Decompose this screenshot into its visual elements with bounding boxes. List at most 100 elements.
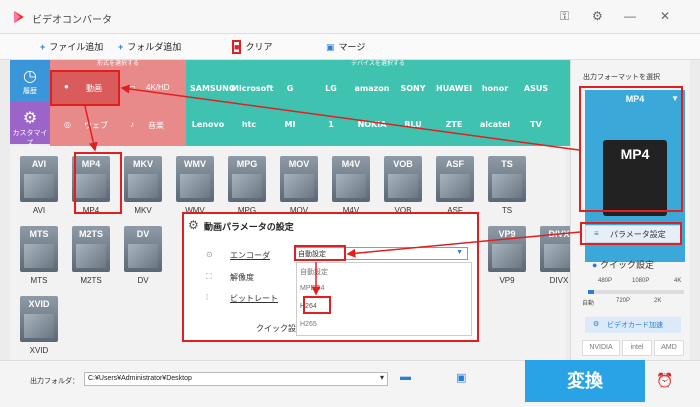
convert-button[interactable]: 変換 [525,360,645,402]
window-title: ビデオコンバータ [32,15,112,26]
format-dv[interactable]: DV DV [120,222,166,288]
format-icon: M2TS [72,226,110,272]
settings-icon[interactable]: ⚙ [592,9,603,23]
format-icon: MTS [20,226,58,272]
format-avi[interactable]: AVI AVI [16,152,62,218]
brand-14[interactable]: BLU [395,120,431,129]
intel-badge: intel [622,340,652,356]
plus-icon: + [40,42,46,52]
format-name: MKV [134,206,152,215]
format-icon: TS [488,156,526,202]
toolbar: + ファイル追加 + フォルダ追加 ■ クリア ▣ マージ [0,34,700,60]
device-panel [186,60,570,146]
alarm-clock-icon[interactable]: ⏰ [656,372,673,389]
brand-4[interactable]: amazon [354,84,390,93]
folder-icon[interactable]: ▬ [400,371,411,383]
settings-icon: ⚙ [188,218,199,232]
brand-6[interactable]: HUAWEI [436,84,472,93]
nav-customize[interactable]: ⚙ カスタマイズ [10,102,50,147]
encoder-label: エンコーダ [230,251,270,260]
format-wmv[interactable]: WMV WMV [172,152,218,218]
quality-1080p: 1080P [632,278,650,284]
highlight-param-button [580,222,682,245]
close-button[interactable]: ✕ [660,9,670,23]
add-folder-button[interactable]: + フォルダ追加 [118,40,181,53]
quality-slider[interactable] [588,290,684,294]
brand-0[interactable]: SAMSUNG [190,84,235,93]
intel-label: intel [630,344,644,351]
brand-16[interactable]: alcatel [477,120,513,129]
by-format-label: 形式を選択する [96,61,139,67]
gpu-accel-label: ビデオカード加速 [607,322,663,329]
encoder-icon: ⊙ [206,250,213,259]
highlight-select [294,245,346,261]
brand-8[interactable]: ASUS [518,84,554,93]
brand-7[interactable]: honor [477,84,513,93]
brand-11[interactable]: MI [272,120,308,129]
format-xvid[interactable]: XVID XVID [16,292,62,358]
format-icon: VP9 [488,226,526,272]
quality-4k: 4K [674,278,682,284]
highlight-video [50,70,120,106]
format-asf[interactable]: ASF ASF [432,152,478,218]
nav-customize-label: カスタマイズ [12,130,48,147]
by-format-heading: 形式を選択する [50,60,186,69]
brand-5[interactable]: SONY [395,84,431,93]
format-ts[interactable]: TS TS [484,152,530,218]
format-icon: DV [124,226,162,272]
brand-3[interactable]: LG [313,84,349,93]
brand-15[interactable]: ZTE [436,120,472,129]
brand-1[interactable]: Microsoft [231,84,273,93]
gear-icon: ⚙ [22,110,38,127]
brand-10[interactable]: htc [231,120,267,129]
brand-17[interactable]: TV [518,120,554,129]
output-folder-label: 出力フォルダ： [30,378,79,385]
option-h265[interactable]: H265 [300,321,317,328]
format-vob[interactable]: VOB VOB [380,152,426,218]
resolution-label: 解像度 [230,273,254,282]
brand-13[interactable]: NOKIA [354,120,390,129]
slider-fill [588,290,594,294]
format-mts[interactable]: MTS MTS [16,222,62,288]
highlight-mp4 [74,152,122,214]
format-name: MTS [30,276,48,285]
format-icon: WMV [176,156,214,202]
nav-history[interactable]: ◷ 履歴 [10,60,50,102]
minimize-button[interactable]: — [624,9,636,23]
output-format-label: 出力フォーマットを選択 [583,74,660,81]
brand-12[interactable]: 1 [313,120,349,129]
format-mkv[interactable]: MKV MKV [120,152,166,218]
format-mpg[interactable]: MPG MPG [224,152,270,218]
hd-icon: ▭ [128,83,136,92]
title-bar: ビデオコンバータ ⚿ ⚙ — ✕ [0,0,700,34]
category-web-label[interactable]: ウェブ [84,120,108,131]
open-folder-icon[interactable]: ▣ [456,371,466,384]
key-icon[interactable]: ⚿ [560,9,569,24]
option-mpeg4[interactable]: MPEG4 [300,285,325,292]
category-hd-label[interactable]: 4K/HD [146,83,170,92]
brand-9[interactable]: Lenovo [190,120,226,129]
clear-button[interactable]: ■ クリア [232,40,272,54]
format-m4v[interactable]: M4V M4V [328,152,374,218]
convert-label: 変換 [567,371,603,391]
by-device-label: デバイスを選択する [351,61,405,67]
web-icon: ◎ [64,120,71,129]
gpu-accel-toggle[interactable]: ⚙ ビデオカード加速 [585,317,681,333]
chevron-down-icon: ▼ [456,249,463,256]
clock-icon: ◷ [23,68,37,85]
format-vp9[interactable]: VP9 VP9 [484,222,530,288]
format-m2ts[interactable]: M2TS M2TS [68,222,114,288]
category-audio-label[interactable]: 音楽 [148,120,164,131]
format-mov[interactable]: MOV MOV [276,152,322,218]
format-name: M2TS [80,276,102,285]
add-file-button[interactable]: + ファイル追加 [40,40,103,53]
option-auto[interactable]: 自動設定 [300,267,328,277]
output-folder-input[interactable]: C:¥Users¥Administrator¥Desktop [84,372,388,386]
format-name: AVI [32,206,46,215]
brand-2[interactable]: G [272,84,308,93]
trash-icon: ■ [232,40,242,54]
merge-button[interactable]: ▣ マージ [326,40,365,53]
format-icon: M4V [332,156,370,202]
chevron-down-icon[interactable]: ▾ [380,373,384,382]
quality-720p: 720P [616,298,631,304]
